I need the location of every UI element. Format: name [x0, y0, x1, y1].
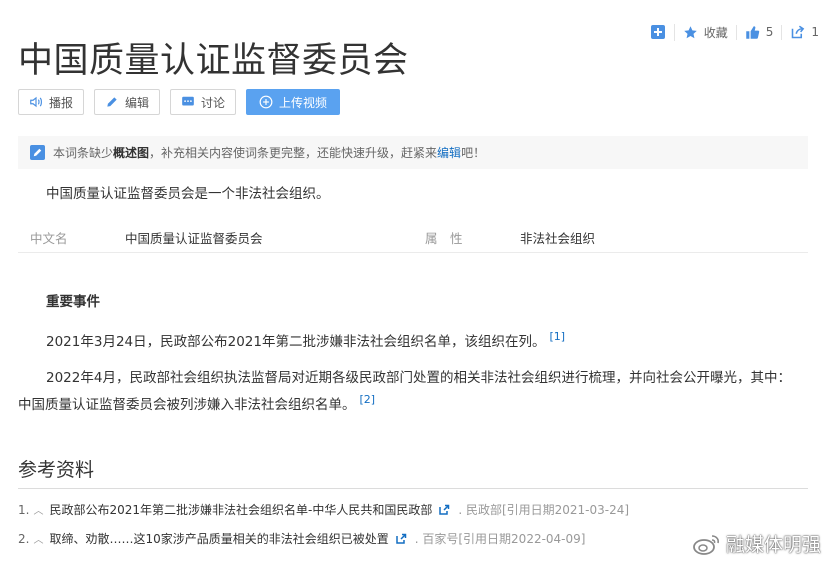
references-heading: 参考资料	[18, 459, 95, 481]
reference-source: . 民政部[引用日期2021-03-24]	[458, 503, 630, 517]
edit-note-icon	[30, 145, 45, 160]
plus-square-icon	[651, 25, 666, 40]
missing-image-notice: 本词条缺少 概述图 ，补充相关内容使词条更完整，还能快速升级，赶紧来 编辑 吧！	[18, 136, 808, 169]
section-heading: 重要事件	[46, 294, 100, 310]
reference-link[interactable]: 取缔、劝散……这10家涉产品质量相关的非法社会组织已被处置	[49, 530, 388, 547]
share-button[interactable]: 1	[781, 24, 827, 40]
broadcast-label: 播报	[49, 95, 74, 110]
basic-info-name: 中文名	[30, 231, 68, 246]
basic-info: 中文名 中国质量认证监督委员会 属 性 非法社会组织	[18, 228, 808, 253]
event-paragraph: 2022年4月，民政部社会组织执法监督局对近期各级民政部门处置的相关非法社会组织…	[18, 367, 793, 416]
external-link-icon[interactable]	[395, 533, 407, 545]
speaker-icon	[29, 95, 43, 109]
chat-icon	[181, 95, 195, 109]
favorite-button[interactable]: 收藏	[673, 23, 736, 41]
page-title: 中国质量认证监督委员会	[18, 41, 409, 81]
discuss-button[interactable]: 讨论	[170, 89, 237, 115]
upload-video-button[interactable]: 上传视频	[246, 89, 341, 115]
reference-number: 2.	[18, 531, 30, 546]
notice-prefix: 本词条缺少	[53, 146, 114, 160]
star-icon	[683, 25, 698, 40]
upload-video-label: 上传视频	[279, 95, 328, 110]
divider	[18, 488, 808, 489]
reference-link[interactable]: 民政部公布2021年第二批涉嫌非法社会组织名单-中华人民共和国民政部	[49, 501, 432, 518]
entry-summary: 中国质量认证监督委员会是一个非法社会组织。	[46, 186, 330, 202]
citation-link[interactable]: [2]	[360, 393, 376, 406]
favorite-label: 收藏	[703, 25, 728, 40]
event-paragraph: 2021年3月24日，民政部公布2021年第二批涉嫌非法社会组织名单，该组织在列…	[18, 326, 793, 353]
edit-label: 编辑	[125, 95, 150, 110]
notice-suffix: 吧！	[461, 146, 486, 160]
notice-middle: ，补充相关内容使词条更完整，还能快速升级，赶紧来	[149, 146, 438, 160]
reference-item: 1. ︿ 民政部公布2021年第二批涉嫌非法社会组织名单-中华人民共和国民政部 …	[18, 501, 629, 518]
like-button[interactable]: 5	[735, 24, 782, 40]
caret-up-icon[interactable]: ︿	[33, 502, 43, 517]
event-text: 2022年4月，民政部社会组织执法监督局对近期各级民政部门处置的相关非法社会组织…	[18, 370, 791, 413]
thumbs-up-icon	[745, 25, 760, 40]
event-text: 2021年3月24日，民政部公布2021年第二批涉嫌非法社会组织名单，该组织在列…	[46, 334, 546, 350]
discuss-label: 讨论	[201, 95, 226, 110]
watermark: 融媒体明强	[692, 530, 821, 557]
watermark-text: 融媒体明强	[725, 534, 821, 556]
basic-info-name: 属 性	[425, 231, 463, 246]
reference-item: 2. ︿ 取缔、劝散……这10家涉产品质量相关的非法社会组织已被处置 . 百家号…	[18, 530, 585, 547]
add-button[interactable]	[643, 25, 674, 40]
basic-info-value: 非法社会组织	[520, 231, 596, 246]
entry-toolbar: 播报 编辑 讨论 上传视频	[18, 89, 341, 115]
edit-button[interactable]: 编辑	[94, 89, 161, 115]
broadcast-button[interactable]: 播报	[18, 89, 85, 115]
action-bar: 收藏 5 1	[643, 22, 827, 42]
caret-up-icon[interactable]: ︿	[33, 531, 43, 546]
external-link-icon[interactable]	[438, 504, 450, 516]
plus-circle-icon	[259, 95, 273, 109]
like-count: 5	[765, 25, 774, 39]
share-icon	[790, 25, 805, 40]
reference-source: . 百家号[引用日期2022-04-09]	[414, 532, 586, 546]
notice-bold: 概述图	[113, 146, 150, 160]
weibo-logo-icon	[692, 532, 722, 556]
reference-number: 1.	[18, 502, 30, 517]
citation-link[interactable]: [1]	[549, 330, 565, 343]
basic-info-value: 中国质量认证监督委员会	[125, 231, 263, 246]
share-count: 1	[811, 25, 819, 39]
notice-edit-link[interactable]: 编辑	[437, 144, 461, 161]
pencil-icon	[105, 95, 119, 109]
